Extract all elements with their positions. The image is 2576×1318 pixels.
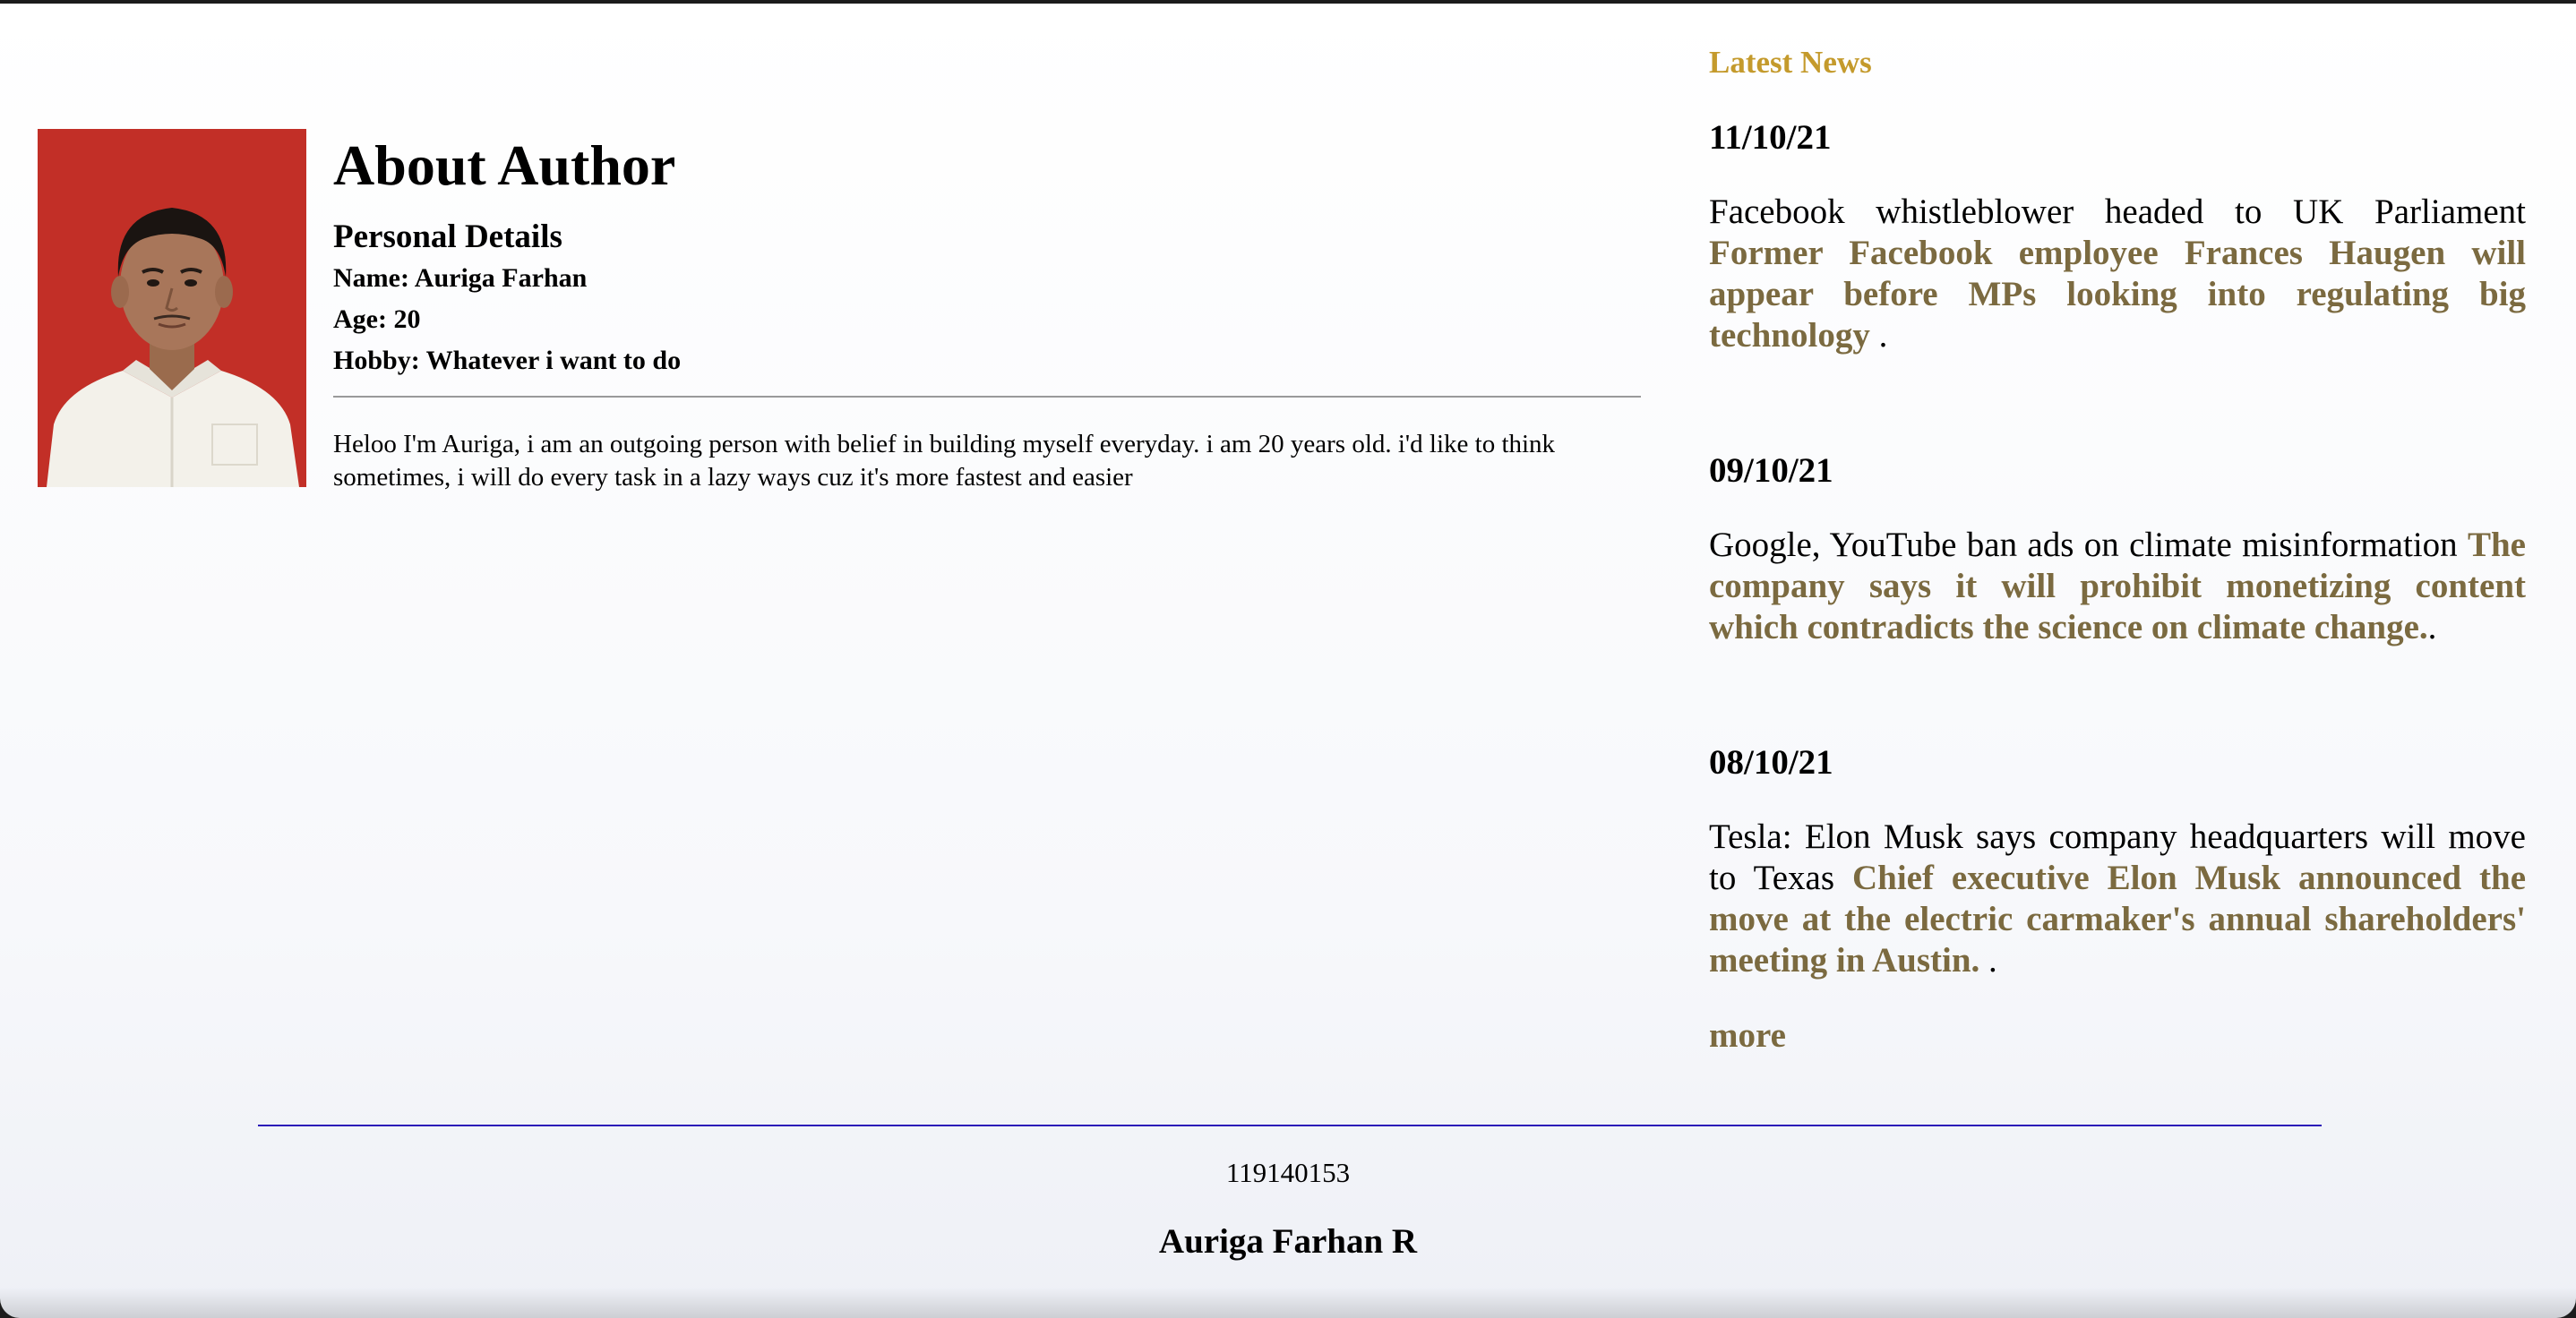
- news-trail: .: [2427, 608, 2437, 646]
- news-headline: Google, YouTube ban ads on climate misin…: [1709, 526, 2458, 564]
- author-bio: Heloo I'm Auriga, i am an outgoing perso…: [333, 430, 1556, 492]
- author-age: Age: 20: [333, 304, 421, 334]
- news-trail: .: [1869, 316, 1888, 355]
- footer-author-name: Auriga Farhan R: [1158, 1222, 1418, 1261]
- author-info: About Author Personal Details Name: Auri…: [333, 125, 1641, 494]
- news-item: 09/10/21 Google, YouTube ban ads on clim…: [1709, 448, 2526, 648]
- author-photo: [38, 129, 306, 487]
- news-date: 08/10/21: [1709, 743, 1833, 782]
- page: About Author Personal Details Name: Auri…: [0, 4, 2576, 1318]
- news-item: 11/10/21 Facebook whistleblower headed t…: [1709, 115, 2526, 356]
- news-item: 08/10/21 Tesla: Elon Musk says company h…: [1709, 740, 2526, 981]
- author-portrait-image: [38, 129, 306, 487]
- personal-details-heading: Personal Details: [333, 218, 562, 255]
- news-date: 09/10/21: [1709, 451, 1833, 490]
- more-news-link[interactable]: more: [1709, 1015, 1786, 1057]
- news-summary: Former Facebook employee Frances Haugen …: [1709, 234, 2526, 355]
- author-name: Name: Auriga Farhan: [333, 263, 588, 293]
- news-trail: .: [1979, 941, 1997, 980]
- news-text: Google, YouTube ban ads on climate misin…: [1709, 525, 2526, 648]
- news-text: Tesla: Elon Musk says company headquarte…: [1709, 817, 2526, 981]
- author-title: About Author: [333, 133, 676, 197]
- news-date: 11/10/21: [1709, 118, 1832, 157]
- footer-divider: [258, 1125, 2322, 1126]
- author-divider: [333, 396, 1641, 398]
- news-headline: Facebook whistleblower headed to UK Parl…: [1709, 193, 2526, 231]
- latest-news: Latest News 11/10/21 Facebook whistleblo…: [1709, 39, 2526, 1057]
- footer-student-id: 119140153: [1225, 1157, 1351, 1188]
- author-hobby: Hobby: Whatever i want to do: [333, 346, 682, 375]
- latest-news-heading: Latest News: [1709, 45, 1872, 80]
- news-text: Facebook whistleblower headed to UK Parl…: [1709, 192, 2526, 356]
- window-bottom-shadow: [0, 1288, 2576, 1318]
